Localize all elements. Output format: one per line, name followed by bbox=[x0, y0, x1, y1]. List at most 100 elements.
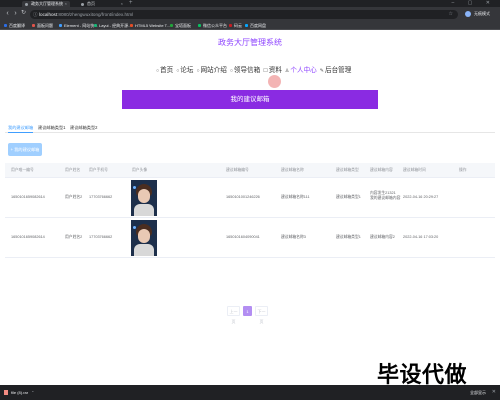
photo-body bbox=[134, 204, 154, 216]
nav-circle-icon: ○ bbox=[196, 68, 200, 74]
bookmark-favicon-icon bbox=[170, 24, 173, 27]
bookmark-favicon-icon bbox=[4, 24, 7, 27]
nav-item-forum[interactable]: ○论坛 bbox=[176, 64, 194, 74]
cell-uid: 1650101659082614 bbox=[11, 235, 45, 239]
browser-tab-bar: 政务大厅管理系统 × 首页 × + – ▢ ✕ bbox=[0, 0, 500, 7]
mouse-cursor-highlight bbox=[268, 75, 281, 88]
bookmark-label: 百度网盘 bbox=[250, 23, 266, 28]
profile-name[interactable]: 无痕模式 bbox=[474, 10, 490, 18]
url-host: localhost bbox=[39, 11, 58, 17]
col-header: 用户姓名 bbox=[65, 168, 81, 172]
back-arrow-icon[interactable]: ‹ bbox=[4, 10, 11, 17]
col-header: 建议邮箱内容 bbox=[370, 168, 393, 172]
nav-label: 个人中心 bbox=[290, 67, 317, 74]
nav-user-icon: ♙ bbox=[284, 68, 290, 74]
tab-title: 首页 bbox=[87, 1, 95, 6]
address-bar[interactable]: ⓘ localhost:8080/zhengwuxitong/front/ind… bbox=[30, 9, 458, 19]
table-header: 用户唯一编号 用户姓名 用户手机号 用户头像 建议邮箱编号 建议邮箱名称 建议邮… bbox=[5, 163, 495, 178]
bookmark-favicon-icon bbox=[130, 24, 133, 27]
window-controls[interactable]: – ▢ ✕ bbox=[452, 0, 496, 6]
cell-name: 用户姓名2 bbox=[65, 235, 83, 239]
tab-mailbox-type1[interactable]: 建议邮箱类型1 bbox=[38, 124, 65, 132]
file-icon bbox=[4, 390, 8, 395]
add-mailbox-button[interactable]: + 我的建议邮箱 bbox=[8, 143, 42, 156]
bookmark-favicon-icon bbox=[32, 24, 35, 27]
col-header: 用户手机号 bbox=[89, 168, 108, 172]
browser-toolbar: ‹ › ↻ ⓘ localhost:8080/zhengwuxitong/fro… bbox=[0, 7, 500, 21]
cell-mail-type: 建议邮箱类型1 bbox=[336, 235, 361, 239]
reload-icon[interactable]: ↻ bbox=[20, 10, 27, 17]
bookmark-item[interactable]: Element - 网站快... bbox=[59, 21, 98, 30]
url-path: :8080/zhengwuxitong/front/index.html bbox=[57, 11, 134, 17]
nav-item-profile[interactable]: ♙个人中心 bbox=[284, 64, 317, 74]
nav-item-materials[interactable]: ☐资料 bbox=[263, 64, 282, 74]
cell-content: 内容发生21321 我的建议邮箱内容 bbox=[370, 191, 401, 200]
bookmark-label: 码云 bbox=[234, 23, 242, 28]
new-tab-button[interactable]: + bbox=[129, 0, 133, 6]
nav-circle-icon: ○ bbox=[229, 68, 233, 74]
next-page-button[interactable]: 下一页 bbox=[255, 306, 268, 324]
table-row[interactable]: 1650101659082614 用户姓名2 17703766662 16501… bbox=[5, 178, 495, 218]
download-bar: file (8).rar ⌃ 全部显示 ✕ bbox=[0, 385, 500, 400]
nav-label: 论坛 bbox=[180, 67, 194, 74]
bookmark-item[interactable]: 宝塔面板 bbox=[170, 21, 191, 30]
bookmark-favicon-icon bbox=[245, 24, 248, 27]
cell-mail-name: 建议邮箱名称3 bbox=[281, 235, 306, 239]
user-avatar-photo bbox=[131, 180, 157, 216]
nav-item-admin[interactable]: ✎后台管理 bbox=[320, 64, 352, 74]
bookmark-star-icon[interactable]: ☆ bbox=[449, 10, 453, 19]
bookmark-item[interactable]: 百度网盘 bbox=[245, 21, 266, 30]
col-header: 用户头像 bbox=[132, 168, 148, 172]
download-item[interactable]: file (8).rar ⌃ bbox=[4, 388, 34, 397]
show-all-downloads-button[interactable]: 全部显示 bbox=[470, 388, 486, 397]
data-table: 用户唯一编号 用户姓名 用户手机号 用户头像 建议邮箱编号 建议邮箱名称 建议邮… bbox=[5, 163, 495, 258]
bookmark-label: 面板问题 bbox=[37, 23, 53, 28]
col-header: 建议邮箱时间 bbox=[403, 168, 426, 172]
photo-face bbox=[138, 229, 150, 243]
col-header: 操作 bbox=[459, 168, 467, 172]
bookmark-label: 百度翻译 bbox=[9, 23, 25, 28]
site-title: 政务大厅管理系统 bbox=[218, 38, 282, 47]
info-icon[interactable]: ⓘ bbox=[33, 10, 38, 19]
forward-arrow-icon[interactable]: › bbox=[12, 10, 19, 17]
cell-mail-name: 建议邮箱名称111 bbox=[281, 195, 310, 199]
nav-label: 后台管理 bbox=[324, 67, 352, 74]
nav-label: 领导信箱 bbox=[233, 67, 261, 74]
bookmark-favicon-icon bbox=[59, 24, 62, 27]
page-banner: 我的建议邮箱 bbox=[122, 90, 378, 109]
bookmark-item[interactable]: Layui - 经典开源... bbox=[94, 21, 131, 30]
close-icon[interactable]: ✕ bbox=[492, 388, 496, 397]
bookmark-item[interactable]: 百度翻译 bbox=[4, 21, 25, 30]
nav-item-mailbox[interactable]: ○领导信箱 bbox=[229, 64, 261, 74]
bookmark-label: Layui - 经典开源... bbox=[99, 23, 132, 28]
nav-folder-icon: ☐ bbox=[263, 68, 268, 74]
bookmark-label: Element - 网站快... bbox=[64, 23, 98, 28]
content-tabs: 我的建议邮箱 建议邮箱类型1 建议邮箱类型2 bbox=[5, 124, 495, 133]
tab-favicon-icon bbox=[25, 2, 28, 6]
nav-item-about[interactable]: ○网站介绍 bbox=[196, 64, 226, 74]
bookmark-item[interactable]: HTML5 Website T... bbox=[130, 21, 170, 30]
page-number-button[interactable]: 1 bbox=[243, 306, 252, 316]
user-avatar-photo bbox=[131, 220, 157, 256]
bookmark-item[interactable]: 码云 bbox=[229, 21, 242, 30]
col-header: 建议邮箱类型 bbox=[336, 168, 359, 172]
chevron-up-icon[interactable]: ⌃ bbox=[31, 390, 34, 395]
cell-time: 2022-04-16 17:03:20 bbox=[403, 235, 439, 239]
table-row[interactable]: 1650101659082614 用户姓名2 17703766662 16501… bbox=[5, 218, 495, 258]
col-header: 建议邮箱编号 bbox=[226, 168, 249, 172]
pagination: 上一页 1 下一页 bbox=[227, 306, 268, 324]
profile-avatar-icon[interactable] bbox=[465, 11, 471, 17]
bookmark-favicon-icon bbox=[94, 24, 97, 27]
bookmark-item[interactable]: 微信公众平台 bbox=[198, 21, 227, 30]
tab-my-mailbox[interactable]: 我的建议邮箱 bbox=[8, 124, 34, 133]
prev-page-button[interactable]: 上一页 bbox=[227, 306, 240, 324]
tab-mailbox-type2[interactable]: 建议邮箱类型2 bbox=[70, 124, 97, 132]
nav-label: 资料 bbox=[268, 67, 282, 74]
nav-item-home[interactable]: ○首页 bbox=[156, 64, 174, 74]
nav-label: 首页 bbox=[160, 67, 174, 74]
nav-circle-icon: ○ bbox=[176, 68, 180, 74]
bookmark-item[interactable]: 面板问题 bbox=[32, 21, 53, 30]
tab-favicon-icon bbox=[81, 2, 84, 6]
tab-title: 政务大厅管理系统 bbox=[31, 1, 63, 6]
bookmark-label: 微信公众平台 bbox=[203, 23, 227, 28]
